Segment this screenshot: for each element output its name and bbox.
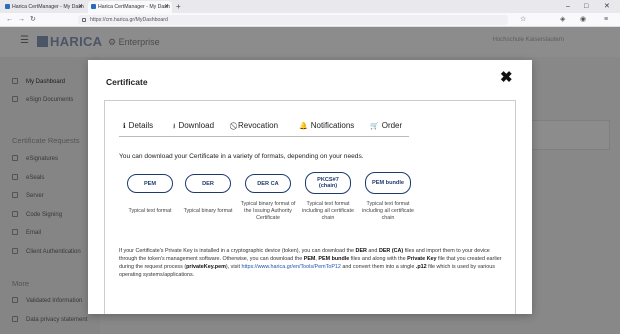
text: ), visit	[225, 264, 242, 271]
text-bold: DER (CA)	[378, 248, 404, 254]
download-instructions: If your Certificate's Private Key is ins…	[119, 247, 503, 279]
text-bold: .p12	[415, 264, 427, 271]
tab-notifications[interactable]: 🔔 Notifications	[299, 121, 354, 130]
text: and	[366, 248, 379, 254]
forward-icon[interactable]: →	[18, 13, 25, 27]
tab-label: Details	[128, 121, 154, 130]
text: If your Certificate's Private Key is ins…	[119, 248, 356, 254]
certificate-modal: Certificate ✖ ℹDetails ⭳Download ⃠Revoca…	[88, 60, 532, 314]
new-tab-button[interactable]: +	[176, 0, 181, 13]
download-intro: You can download your Certificate in a v…	[119, 153, 364, 160]
pkcs7-description: Typical text format including all certif…	[302, 201, 354, 221]
tab-label: Notifications	[310, 121, 355, 130]
browser-tab[interactable]: Harica CertManager - My Dash ✕	[2, 1, 86, 13]
browser-toolbar: ← → ↻ https://cm.harica.gr/MyDashboard ☆…	[0, 13, 620, 27]
close-icon[interactable]: ✖	[500, 70, 513, 85]
star-icon[interactable]: ☆	[520, 13, 526, 27]
tab-label: Order	[381, 121, 403, 130]
der-button[interactable]: DER	[185, 174, 231, 193]
cart-icon: 🛒	[370, 123, 379, 130]
der-ca-description: Typical binary format of the Issuing Aut…	[240, 201, 296, 221]
shield-icon[interactable]: ◈	[560, 13, 565, 27]
tab-order[interactable]: 🛒 Order	[370, 121, 402, 130]
back-icon[interactable]: ←	[6, 13, 13, 27]
bell-icon: 🔔	[299, 123, 308, 130]
address-text: https://cm.harica.gr/MyDashboard	[90, 17, 168, 23]
modal-title: Certificate	[106, 77, 148, 87]
favicon-icon	[5, 4, 10, 9]
tab-revocation[interactable]: ⃠Revocation	[235, 121, 278, 131]
text: and convert them into a single	[340, 264, 416, 271]
pem-bundle-description: Typical text format including all certif…	[362, 201, 414, 221]
der-ca-button[interactable]: DER CA	[245, 174, 291, 193]
menu-icon[interactable]: ≡	[604, 13, 608, 27]
tab-download[interactable]: ⭳ Download	[173, 121, 214, 133]
browser-tab-title: Harica CertManager - My Dash	[98, 4, 170, 10]
pkcs7-chain-button[interactable]: PKCS#7 (chain)	[305, 172, 351, 194]
pem-bundle-button[interactable]: PEM bundle	[365, 172, 411, 194]
pem-description: Typical text format	[128, 208, 172, 214]
close-tab-icon[interactable]: ✕	[78, 1, 83, 13]
lock-icon	[82, 18, 86, 22]
minimize-button[interactable]: –	[566, 0, 570, 13]
account-icon[interactable]: ◉	[580, 13, 586, 27]
text-bold: Private Key	[407, 256, 437, 263]
info-icon: ℹ	[123, 123, 126, 130]
download-icon: ⭳	[173, 123, 176, 130]
pem-to-p12-link[interactable]: https://www.harica.gr/en/Tools/PemToP12	[241, 264, 340, 270]
address-bar[interactable]: https://cm.harica.gr/MyDashboard	[78, 15, 508, 25]
text-bold: PEM bundle	[318, 256, 350, 263]
pem-button[interactable]: PEM	[127, 174, 173, 193]
browser-tab-active[interactable]: Harica CertManager - My Dash ✕	[88, 1, 172, 13]
text-bold: PEM	[303, 256, 316, 263]
browser-tab-title: Harica CertManager - My Dash	[12, 4, 84, 10]
tab-label: Download	[178, 121, 215, 130]
modal-body: ℹDetails ⭳Download ⃠Revocation 🔔Notifica…	[104, 100, 516, 314]
text: files and along with the	[349, 256, 408, 263]
tab-divider	[119, 136, 409, 137]
close-tab-icon[interactable]: ✕	[164, 1, 169, 13]
browser-tab-bar: Harica CertManager - My Dash ✕ Harica Ce…	[0, 0, 620, 13]
reload-icon[interactable]: ↻	[30, 13, 36, 27]
text-bold: privateKey.pem	[186, 264, 226, 271]
close-window-button[interactable]: ✕	[604, 0, 610, 13]
tab-label: Revocation	[238, 121, 279, 130]
tab-details[interactable]: ℹ Details	[123, 121, 153, 130]
favicon-icon	[91, 4, 96, 9]
maximize-button[interactable]: □	[584, 0, 588, 13]
der-description: Typical binary format	[183, 208, 233, 214]
text-bold: DER	[355, 248, 367, 254]
